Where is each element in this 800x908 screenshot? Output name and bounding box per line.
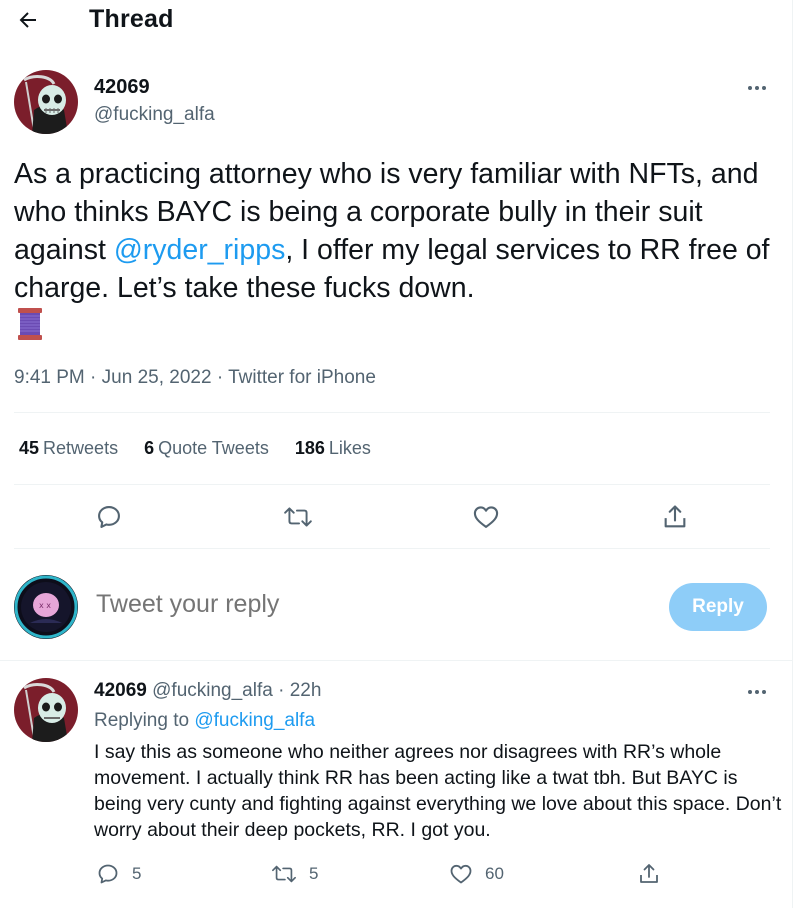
reply-time[interactable]: 22h [290, 680, 322, 701]
reply-share-button[interactable] [637, 862, 661, 886]
share-icon [664, 505, 686, 528]
share-icon [640, 864, 658, 883]
like-button[interactable] [471, 502, 501, 532]
meta-separator: · [216, 367, 229, 388]
skull-reaper-avatar-image [14, 70, 78, 134]
tweet-meta: 9:41 PM · Jun 25, 2022 · Twitter for iPh… [14, 367, 376, 389]
retweet-icon [272, 865, 296, 883]
reply-author-name[interactable]: 42069 [94, 680, 147, 701]
reply-more-options-button[interactable] [745, 682, 769, 702]
profile-avatar-image: x x [14, 575, 78, 639]
reply-icon [98, 864, 118, 884]
retweets-stat[interactable]: 45 Retweets [19, 438, 118, 459]
divider [14, 484, 770, 485]
column-border [792, 0, 793, 908]
retweets-label: Retweets [43, 438, 119, 458]
like-count: 60 [485, 864, 504, 883]
retweet-button[interactable] [283, 502, 313, 532]
reply-button[interactable] [94, 502, 124, 532]
like-icon [450, 864, 472, 884]
more-icon [748, 690, 766, 694]
likes-stat[interactable]: 186 Likes [295, 438, 371, 459]
reply-input[interactable] [96, 590, 636, 619]
replying-to: Replying to @fucking_alfa [94, 710, 315, 732]
spool-of-thread-emoji [16, 306, 44, 342]
like-icon [473, 506, 499, 528]
reply-author-avatar[interactable] [14, 678, 78, 742]
replying-prefix: Replying to [94, 710, 190, 731]
reply-author-handle[interactable]: @fucking_alfa [152, 680, 273, 701]
svg-text:x x: x x [39, 601, 51, 610]
spool-of-thread-icon [18, 308, 42, 340]
back-button[interactable] [14, 6, 42, 34]
divider [0, 660, 792, 661]
reply-icon [98, 506, 120, 528]
more-options-button[interactable] [745, 78, 769, 98]
thread-header: Thread [0, 0, 792, 40]
more-icon [748, 86, 766, 90]
retweet-count: 5 [309, 864, 319, 883]
quotes-label: Quote Tweets [158, 438, 269, 458]
author-name[interactable]: 42069 [94, 76, 150, 99]
tweet-text: As a practicing attorney who is very fam… [14, 155, 784, 307]
tweet-stats: 45 Retweets 6 Quote Tweets 186 Likes [19, 438, 397, 459]
quote-tweets-stat[interactable]: 6 Quote Tweets [144, 438, 269, 459]
meta-separator: · [90, 367, 102, 388]
reply-reply-button[interactable]: 5 [96, 862, 141, 886]
my-avatar[interactable]: x x [14, 575, 78, 639]
author-avatar[interactable] [14, 70, 78, 134]
reply-retweet-button[interactable]: 5 [271, 862, 318, 886]
reply-submit-button[interactable]: Reply [669, 583, 767, 631]
retweet-icon [284, 507, 312, 527]
page-title: Thread [89, 5, 174, 33]
likes-label: Likes [328, 438, 371, 458]
replying-to-link[interactable]: @fucking_alfa [194, 710, 315, 731]
divider [14, 412, 770, 413]
tweet-date[interactable]: Jun 25, 2022 [102, 367, 212, 388]
reply-text: I say this as someone who neither agrees… [94, 741, 782, 841]
quotes-count: 6 [144, 438, 155, 458]
reply-header: 42069 @fucking_alfa · 22h [94, 680, 321, 702]
likes-count: 186 [294, 438, 325, 458]
tweet-time[interactable]: 9:41 PM [14, 367, 85, 388]
reply-count: 5 [132, 864, 142, 883]
back-arrow-icon [19, 12, 36, 28]
reply-like-button[interactable]: 60 [449, 862, 504, 886]
skull-reaper-avatar-image [14, 678, 78, 742]
divider [14, 548, 770, 549]
meta-separator: · [278, 680, 290, 701]
share-button[interactable] [660, 502, 690, 532]
mention-link[interactable]: @ryder_ripps [114, 234, 286, 266]
author-handle[interactable]: @fucking_alfa [94, 104, 215, 126]
retweets-count: 45 [19, 438, 40, 458]
tweet-source[interactable]: Twitter for iPhone [228, 367, 376, 388]
